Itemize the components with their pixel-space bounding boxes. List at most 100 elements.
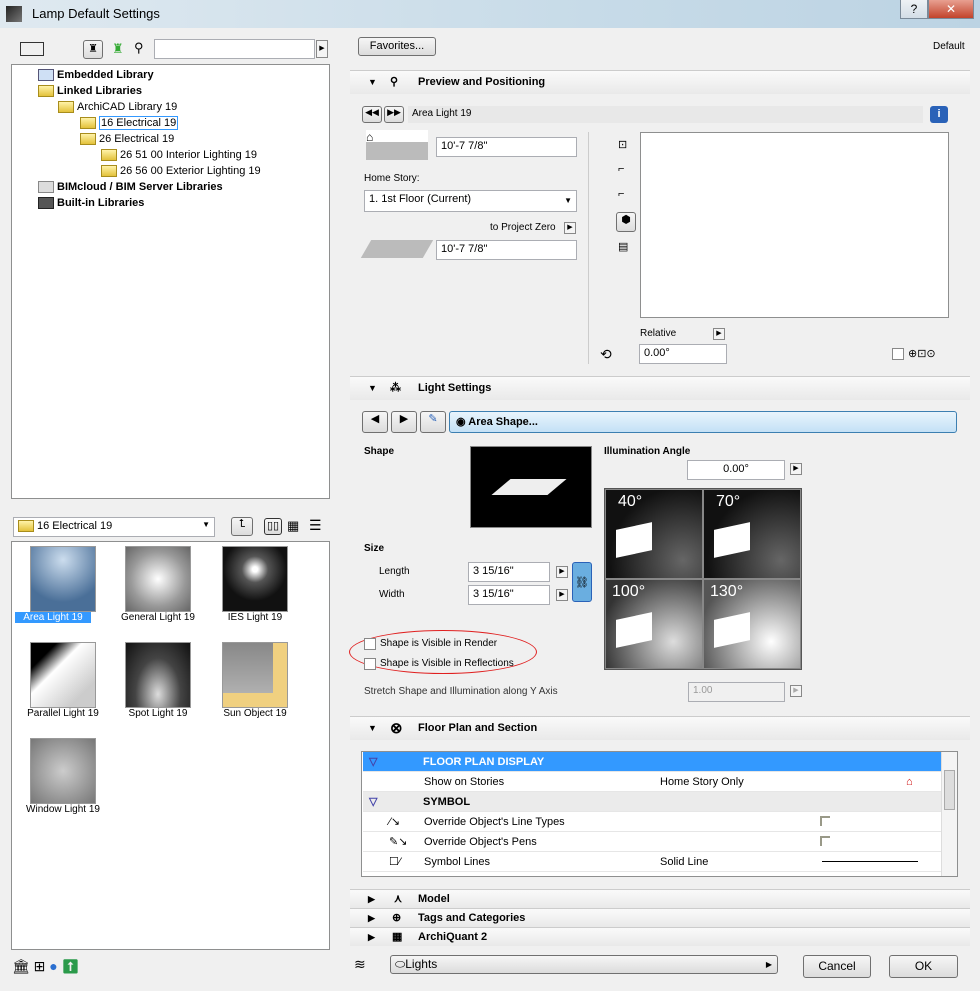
tree-embedded-library[interactable]: Embedded Library (38, 67, 154, 83)
tree-bimcloud[interactable]: BIMcloud / BIM Server Libraries (38, 179, 223, 195)
library-chair-icon[interactable]: ♜ (83, 40, 103, 59)
prev-object-button[interactable]: ◀◀ (362, 106, 382, 123)
length-arrow[interactable]: ▶ (556, 566, 568, 578)
page-list-button[interactable]: ✎ (420, 411, 446, 433)
illumination-arrow[interactable]: ▶ (790, 463, 802, 475)
search-icon[interactable]: ⚲ (134, 40, 144, 56)
override-pens-checkbox[interactable] (820, 836, 830, 846)
info-icon[interactable]: i (930, 106, 948, 123)
angle-option-130[interactable]: 130° (704, 580, 800, 668)
tree-interior-lighting[interactable]: 26 51 00 Interior Lighting 19 (101, 147, 257, 163)
next-object-button[interactable]: ▶▶ (384, 106, 404, 123)
ok-button[interactable]: OK (889, 955, 958, 978)
section-model-header[interactable]: ▶ ⋏ Model (350, 889, 970, 908)
project-zero-arrow[interactable]: ▶ (564, 222, 576, 234)
thumb-window-light[interactable] (30, 738, 96, 804)
help-button[interactable]: ? (900, 0, 928, 19)
item-label[interactable]: Area Light 19 (15, 612, 91, 623)
section-tags-header[interactable]: ▶ ⊕ Tags and Categories (350, 908, 970, 927)
angle-option-100[interactable]: 100° (606, 580, 702, 668)
small-icons-view[interactable]: ▦ (287, 518, 299, 534)
view-mode-icon[interactable] (20, 42, 44, 56)
visible-reflections-checkbox[interactable] (364, 658, 376, 670)
tree-linked-libraries[interactable]: Linked Libraries (38, 83, 142, 99)
angle-input[interactable]: 0.00° (639, 344, 727, 364)
thumb-parallel-light[interactable] (30, 642, 96, 708)
table-scrollbar[interactable] (941, 752, 957, 876)
length-input[interactable]: 3 15/16" (468, 562, 550, 582)
thumb-general-light[interactable] (125, 546, 191, 612)
row-name: Override Object's Line Types (424, 816, 565, 828)
angle-option-40[interactable]: 40° (606, 490, 702, 578)
section-floorplan-header[interactable]: ▼ ⊗ Floor Plan and Section (350, 716, 970, 740)
thumb-sun-object[interactable] (222, 642, 288, 708)
home-story-select[interactable]: 1. 1st Floor (Current) ▼ (364, 190, 577, 212)
view-3d-icon[interactable]: ⬢ (616, 212, 636, 232)
prev-page-button[interactable]: ◀ (362, 411, 388, 433)
tree-label: Linked Libraries (57, 85, 142, 97)
shape-preview[interactable] (470, 446, 592, 528)
folder-select[interactable]: 16 Electrical 19 ▼ (13, 517, 215, 537)
up-folder-button[interactable]: ⮤ (231, 517, 253, 536)
green-chair-icon[interactable]: ♜ (112, 41, 124, 57)
override-line-checkbox[interactable] (820, 816, 830, 826)
favorites-button[interactable]: Favorites... (358, 37, 436, 56)
search-input[interactable] (154, 39, 315, 59)
library-manager-icon[interactable]: 🏛 (12, 958, 30, 974)
table-row[interactable]: Show on Stories Home Story Only ⌂ (363, 772, 941, 792)
tree-16-electrical[interactable]: 16 Electrical 19 (80, 115, 179, 131)
chain-link-icon[interactable]: ⛓ (572, 562, 592, 602)
item-label[interactable]: Parallel Light 19 (15, 708, 111, 719)
section-light-header[interactable]: ▼ ⁂ Light Settings (350, 376, 970, 400)
view-list-icon[interactable]: ▤ (618, 240, 628, 253)
table-row[interactable]: ▽ SYMBOL (363, 792, 941, 812)
large-icons-view[interactable]: ▯▯ (264, 518, 282, 535)
section-preview-header[interactable]: ▼ ⚲ Preview and Positioning (350, 70, 970, 94)
row-value[interactable]: Solid Line (660, 852, 708, 872)
close-button[interactable]: ✕ (928, 0, 974, 19)
tree-exterior-lighting[interactable]: 26 56 00 Exterior Lighting 19 (101, 163, 261, 179)
width-arrow[interactable]: ▶ (556, 589, 568, 601)
width-input[interactable]: 3 15/16" (468, 585, 550, 605)
section-archiquant-header[interactable]: ▶ ▦ ArchiQuant 2 (350, 927, 970, 946)
thumb-area-light[interactable] (30, 546, 96, 612)
item-label[interactable]: Spot Light 19 (110, 708, 206, 719)
globe-icon[interactable]: ● (49, 958, 57, 974)
item-label[interactable]: IES Light 19 (207, 612, 303, 623)
item-label[interactable]: Sun Object 19 (207, 708, 303, 719)
table-row[interactable]: ⁄↘ Override Object's Line Types (363, 812, 941, 832)
search-options-arrow[interactable]: ▶ (316, 40, 328, 58)
angle-option-70[interactable]: 70° (704, 490, 800, 578)
thumb-ies-light[interactable] (222, 546, 288, 612)
upload-icon[interactable]: ⬆ (62, 958, 80, 974)
tree-26-electrical[interactable]: 26 Electrical 19 (80, 131, 174, 147)
area-shape-page-button[interactable]: ◉ Area Shape... (449, 411, 957, 433)
bottom-elevation-input[interactable]: 10'-7 7/8" (436, 240, 577, 260)
illumination-grid[interactable]: 40° 70° 100° 130° (604, 488, 802, 670)
library-tree[interactable]: Embedded Library Linked Libraries ArchiC… (11, 64, 330, 499)
table-row[interactable]: ✎↘ Override Object's Pens (363, 832, 941, 852)
visible-render-checkbox[interactable] (364, 638, 376, 650)
table-row[interactable]: ▽ FLOOR PLAN DISPLAY (363, 752, 941, 772)
tree-archicad-library[interactable]: ArchiCAD Library 19 (58, 99, 177, 115)
row-value[interactable]: Home Story Only (660, 772, 744, 792)
library-items-grid[interactable]: Area Light 19 General Light 19 IES Light… (11, 541, 330, 950)
next-page-button[interactable]: ▶ (391, 411, 417, 433)
mirror-checkbox[interactable] (892, 348, 904, 360)
view-section-icon[interactable]: ⌐ (618, 163, 624, 175)
list-view[interactable]: ☰ (309, 517, 322, 534)
top-elevation-input[interactable]: 10'-7 7/8" (436, 137, 577, 157)
illumination-angle-input[interactable]: 0.00° (687, 460, 785, 480)
relative-arrow[interactable]: ▶ (713, 328, 725, 340)
layer-select[interactable]: ⬭Lights ▶ (390, 955, 778, 974)
section-title: Tags and Categories (418, 912, 526, 924)
table-row[interactable]: ☐⁄ Symbol Lines Solid Line (363, 852, 941, 872)
view-elevation-icon[interactable]: ⌐ (618, 188, 624, 200)
thumb-spot-light[interactable] (125, 642, 191, 708)
item-label[interactable]: General Light 19 (110, 612, 206, 623)
cancel-button[interactable]: Cancel (803, 955, 871, 978)
add-library-icon[interactable]: ⊞ (34, 958, 46, 974)
view-2d-icon[interactable]: ⊡ (618, 138, 627, 151)
tree-builtin[interactable]: Built-in Libraries (38, 195, 144, 211)
item-label[interactable]: Window Light 19 (15, 804, 111, 815)
